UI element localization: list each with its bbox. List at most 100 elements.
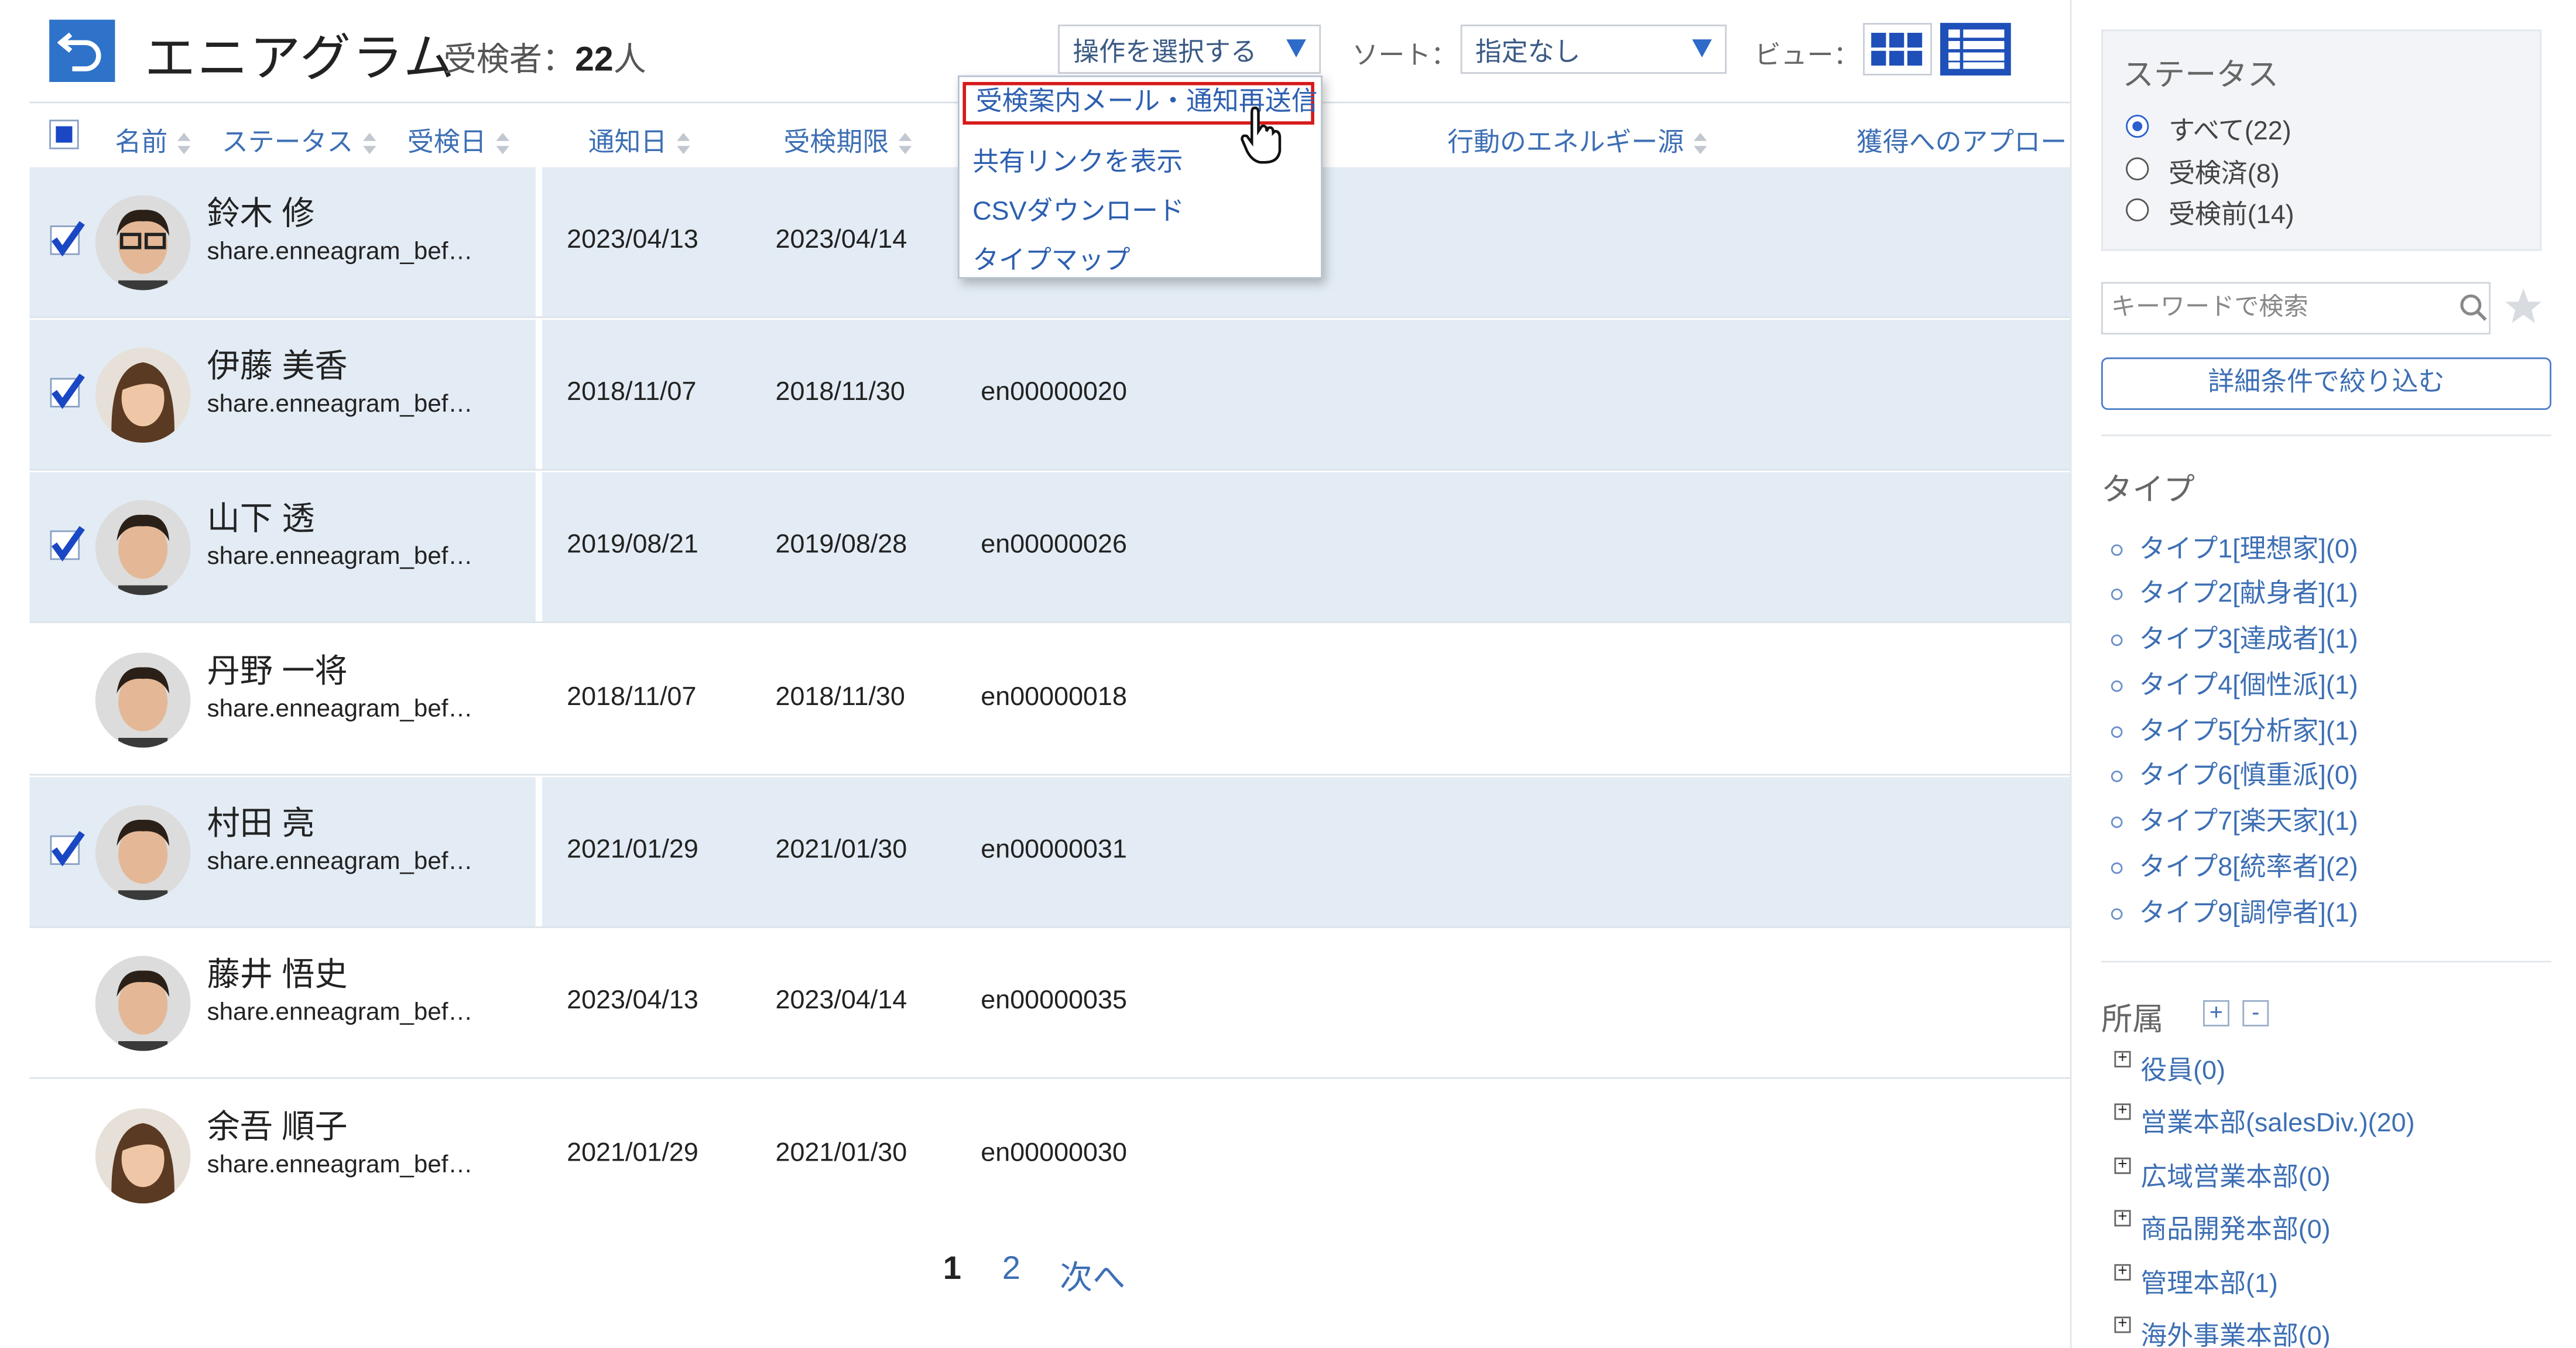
expand-icon[interactable]: + [2114,1263,2131,1281]
deadline-date: 2023/04/14 [775,226,907,254]
deadline-date: 2018/11/30 [775,378,905,407]
org-tree-item[interactable]: + 広域営業本部(0) [2114,1154,2331,1193]
avatar [95,805,191,900]
sort-arrows-icon [1694,132,1707,155]
person-email: share.enneagram_bef… [207,998,473,1027]
type-filter-item[interactable]: タイプ5[分析家](1) [2111,709,2358,748]
type-filter-item[interactable]: タイプ3[達成者](1) [2111,617,2358,656]
row-person-cell: 村田 亮 share.enneagram_bef… [30,777,536,928]
org-tree-item[interactable]: + 商品開発本部(0) [2114,1207,2331,1246]
back-button[interactable] [49,19,115,82]
search-icon[interactable] [2459,293,2489,323]
menu-item-show-share-link[interactable]: 共有リンクを表示 [972,139,1183,179]
page-2-link[interactable]: 2 [1002,1251,1020,1288]
main-pane: エニアグラム 受検者：22人 操作を選択する ソート： 指定なし ビュー： 名前… [0,0,2070,1348]
bullet-icon [2111,817,2123,829]
person-name[interactable]: 鈴木 修 [207,187,315,234]
type-filter-item[interactable]: タイプ4[個性派](1) [2111,662,2358,702]
deadline-date: 2021/01/30 [775,836,907,864]
type-filter-item[interactable]: タイプ2[献身者](1) [2111,570,2358,610]
bullet-icon [2111,680,2123,693]
type-filter-item[interactable]: タイプ1[理想家](0) [2111,526,2358,566]
org-tree-item[interactable]: + 営業本部(salesDiv.)(20) [2114,1100,2415,1140]
menu-item-csv-download[interactable]: CSVダウンロード [972,189,1184,228]
type-filter-item[interactable]: タイプ9[調停者](1) [2111,890,2358,929]
checked-checkbox-icon[interactable] [49,525,85,564]
column-header-notify-date[interactable]: 通知日 [588,119,690,159]
status-option-label[interactable]: 受検済(8) [2169,151,2280,190]
checked-checkbox-icon[interactable] [49,220,85,259]
column-header-name[interactable]: 名前 [115,119,191,159]
column-header-energy-source[interactable]: 行動のエネルギー源 [1447,119,1707,159]
expand-icon[interactable]: + [2114,1316,2131,1333]
status-radio-pending[interactable] [2126,198,2149,221]
table-row[interactable]: 山下 透 share.enneagram_bef… 2019/08/21 201… [29,472,2070,623]
person-name[interactable]: 藤井 悟史 [207,947,348,995]
deadline-date: 2023/04/14 [775,987,907,1015]
advanced-filter-button[interactable]: 詳細条件で絞り込む [2101,357,2551,410]
grid-view-button[interactable] [1863,23,1932,76]
exam-id: en00000020 [981,378,1127,407]
org-label: 役員(0) [2140,1058,2226,1086]
expand-icon[interactable]: + [2114,1209,2131,1227]
column-label: 名前 [115,129,168,158]
exam-id: en00000026 [981,531,1127,559]
person-name[interactable]: 丹野 一将 [207,644,348,692]
select-all-checkbox[interactable] [49,119,79,149]
table-row[interactable]: 丹野 一将 share.enneagram_bef… 2018/11/07 20… [29,625,2070,776]
table-row[interactable]: 村田 亮 share.enneagram_bef… 2021/01/29 202… [29,777,2070,928]
type-label: タイプ8[統率者](2) [2139,854,2358,882]
table-row[interactable]: 伊藤 美香 share.enneagram_bef… 2018/11/07 20… [29,320,2070,471]
person-email: share.enneagram_bef… [207,847,473,876]
person-name[interactable]: 伊藤 美香 [207,340,348,387]
keyword-search-input[interactable]: キーワードで検索 [2101,282,2491,335]
org-tree-item[interactable]: + 海外事業本部(0) [2114,1313,2331,1348]
person-name[interactable]: 山下 透 [207,492,315,539]
type-title: タイプ [2101,474,2195,508]
org-tree-item[interactable]: + 管理本部(1) [2114,1261,2278,1300]
person-email: share.enneagram_bef… [207,1151,473,1179]
person-name[interactable]: 村田 亮 [207,797,315,844]
star-icon[interactable] [2502,285,2545,328]
notify-date: 2021/01/29 [567,836,698,864]
status-option-label[interactable]: すべて(22) [2169,108,2291,148]
menu-item-type-map[interactable]: タイプマップ [972,238,1130,277]
expand-all-icon[interactable]: + [2203,1000,2229,1027]
column-header-approach[interactable]: 獲得へのアプロー [1856,119,2067,159]
expand-icon[interactable]: + [2114,1103,2131,1120]
type-filter-item[interactable]: タイプ8[統率者](2) [2111,844,2358,884]
type-filter-item[interactable]: タイプ6[慎重派](0) [2111,752,2358,792]
exam-id: en00000030 [981,1140,1127,1168]
column-header-status[interactable]: ステータス [222,119,376,159]
row-person-cell: 余吾 順子 share.enneagram_bef… [30,1080,536,1231]
status-radio-all[interactable] [2126,115,2149,138]
deadline-date: 2019/08/28 [775,531,907,559]
row-person-cell: 鈴木 修 share.enneagram_bef… [30,167,536,319]
org-tree-item[interactable]: + 役員(0) [2114,1048,2225,1087]
person-name[interactable]: 余吾 順子 [207,1100,348,1148]
checked-checkbox-icon[interactable] [49,830,85,869]
page-title: エニアグラム [144,29,456,87]
table-row[interactable]: 余吾 順子 share.enneagram_bef… 2021/01/29 20… [30,1080,2070,1231]
person-email: share.enneagram_bef… [207,695,473,723]
next-page-link[interactable]: 次へ [1060,1251,1125,1298]
expand-icon[interactable]: + [2114,1157,2131,1174]
table-row[interactable]: 藤井 悟史 share.enneagram_bef… 2023/04/13 20… [29,928,2070,1079]
column-header-exam-date[interactable]: 受検日 [407,119,509,159]
column-header-deadline[interactable]: 受検期限 [784,119,912,159]
list-view-button[interactable] [1940,23,2011,76]
column-label: 獲得へのアプロー [1856,129,2067,158]
status-title: ステータス [2122,59,2279,94]
collapse-all-icon[interactable]: - [2242,1000,2269,1027]
type-filter-item[interactable]: タイプ7[楽天家](1) [2111,799,2358,838]
sort-select-value: 指定なし [1475,39,1581,67]
checked-checkbox-icon[interactable] [49,372,85,412]
status-radio-done[interactable] [2126,157,2149,180]
status-option-label[interactable]: 受検前(14) [2169,192,2294,231]
expand-icon[interactable]: + [2114,1050,2131,1068]
action-select[interactable]: 操作を選択する [1058,25,1321,74]
bullet-icon [2111,545,2123,556]
sort-arrows-icon [496,132,509,155]
sort-select[interactable]: 指定なし [1460,25,1727,74]
notify-date: 2023/04/13 [567,987,698,1015]
